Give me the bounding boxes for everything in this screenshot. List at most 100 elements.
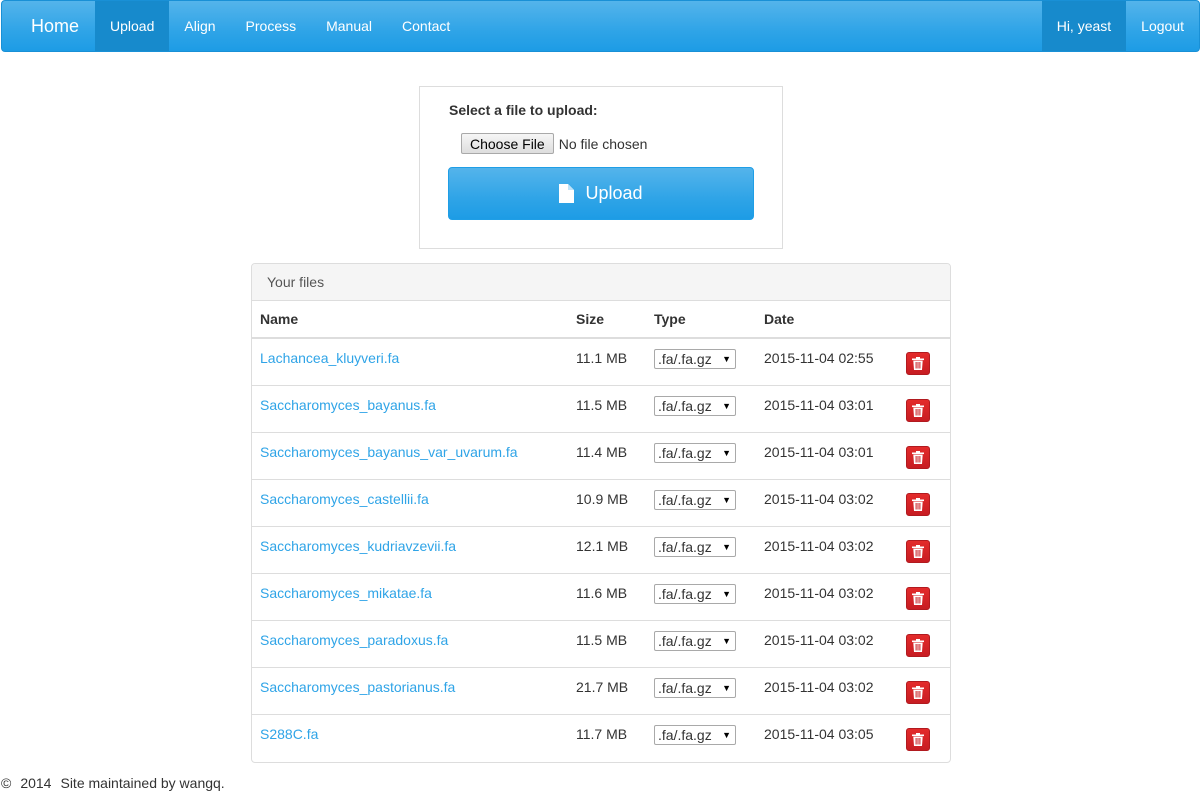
file-date: 2015-11-04 03:02 (756, 572, 906, 620)
file-type-value: .fa/.fa.gz (658, 444, 712, 461)
no-file-text: No file chosen (558, 135, 648, 152)
dropdown-arrow-icon: ▼ (722, 447, 731, 458)
file-name-link[interactable]: Lachancea_kluyveri.fa (260, 350, 399, 366)
delete-file-button[interactable] (906, 398, 930, 422)
file-type-select[interactable]: .fa/.fa.gz ▼ (654, 677, 736, 698)
file-name-cell: S288C.fa (252, 713, 568, 761)
file-type-select[interactable]: .fa/.fa.gz ▼ (654, 583, 736, 604)
file-date: 2015-11-04 03:02 (756, 525, 906, 573)
file-size: 11.5 MB (568, 384, 646, 432)
file-date: 2015-11-04 03:05 (756, 713, 906, 761)
file-name-cell: Saccharomyces_bayanus.fa (252, 384, 568, 432)
nav-logout-link[interactable]: Logout (1126, 1, 1199, 51)
file-type-select[interactable]: .fa/.fa.gz ▼ (654, 489, 736, 510)
file-type-select[interactable]: .fa/.fa.gz ▼ (654, 442, 736, 463)
file-name-link[interactable]: Saccharomyces_kudriavzevii.fa (260, 538, 456, 554)
file-name-cell: Saccharomyces_mikatae.fa (252, 572, 568, 620)
file-actions-cell (906, 431, 950, 479)
table-row: Saccharomyces_paradoxus.fa 11.5 MB .fa/.fa… (252, 619, 950, 667)
file-size: 12.1 MB (568, 525, 646, 573)
file-type-cell: .fa/.fa.gz ▼ (646, 384, 756, 432)
choose-file-button[interactable]: Choose File (461, 133, 554, 154)
table-row: Saccharomyces_castellii.fa 10.9 MB .fa/.fa… (252, 478, 950, 526)
file-type-select[interactable]: .fa/.fa.gz ▼ (654, 630, 736, 651)
file-name-link[interactable]: Saccharomyces_mikatae.fa (260, 585, 432, 601)
upload-button-label: Upload (585, 183, 643, 203)
nav-manual-link[interactable]: Manual (311, 1, 387, 51)
column-header-actions (906, 301, 950, 339)
file-type-cell: .fa/.fa.gz ▼ (646, 572, 756, 620)
trash-icon (912, 450, 924, 464)
trash-icon (912, 403, 924, 417)
file-name-cell: Saccharomyces_pastorianus.fa (252, 666, 568, 714)
file-type-select[interactable]: .fa/.fa.gz ▼ (654, 536, 736, 557)
file-name-link[interactable]: Saccharomyces_pastorianus.fa (260, 679, 455, 695)
file-input-row: Choose File No file chosen (461, 133, 647, 154)
column-header-name: Name (252, 301, 568, 339)
table-row: Saccharomyces_mikatae.fa 11.6 MB .fa/.fa.g… (252, 572, 950, 620)
upload-button[interactable]: Upload (448, 167, 754, 220)
delete-file-button[interactable] (906, 727, 930, 751)
table-row: S288C.fa 11.7 MB .fa/.fa.gz ▼ 2015-11-04 03:… (252, 713, 950, 761)
file-name-link[interactable]: S288C.fa (260, 726, 318, 742)
file-type-value: .fa/.fa.gz (658, 491, 712, 508)
file-icon (559, 184, 575, 203)
nav-process-link[interactable]: Process (231, 1, 312, 51)
dropdown-arrow-icon: ▼ (722, 588, 731, 599)
delete-file-button[interactable] (906, 633, 930, 657)
delete-file-button[interactable] (906, 352, 930, 375)
dropdown-arrow-icon: ▼ (722, 682, 731, 693)
delete-file-button[interactable] (906, 586, 930, 610)
file-type-value: .fa/.fa.gz (658, 632, 712, 649)
dropdown-arrow-icon: ▼ (722, 541, 731, 552)
file-name-cell: Saccharomyces_bayanus_var_uvarum.fa (252, 431, 568, 479)
file-type-value: .fa/.fa.gz (658, 679, 712, 696)
delete-file-button[interactable] (906, 492, 930, 516)
nav-align-link[interactable]: Align (169, 1, 230, 51)
trash-icon (912, 638, 924, 652)
footer-year: 2014 (20, 775, 52, 791)
trash-icon (912, 685, 924, 699)
nav-upload-link[interactable]: Upload (95, 1, 170, 51)
file-date: 2015-11-04 03:01 (756, 431, 906, 479)
file-date: 2015-11-04 03:01 (756, 384, 906, 432)
file-type-cell: .fa/.fa.gz ▼ (646, 525, 756, 573)
file-type-select[interactable]: .fa/.fa.gz ▼ (654, 349, 736, 369)
file-type-select[interactable]: .fa/.fa.gz ▼ (654, 395, 736, 416)
file-name-cell: Saccharomyces_paradoxus.fa (252, 619, 568, 667)
nav-home-link[interactable]: Home (2, 1, 95, 51)
file-actions-cell (906, 525, 950, 573)
file-name-cell: Saccharomyces_kudriavzevii.fa (252, 525, 568, 573)
column-header-type: Type (646, 301, 756, 339)
file-type-value: .fa/.fa.gz (658, 397, 712, 414)
file-name-link[interactable]: Saccharomyces_bayanus_var_uvarum.fa (260, 444, 518, 460)
file-date: 2015-11-04 02:55 (764, 350, 874, 366)
nav-contact-link[interactable]: Contact (387, 1, 465, 51)
delete-file-button[interactable] (906, 680, 930, 704)
trash-icon (912, 732, 924, 746)
file-type-value: .fa/.fa.gz (658, 351, 712, 367)
file-actions-cell (906, 478, 950, 526)
dropdown-arrow-icon: ▼ (722, 635, 731, 646)
trash-icon (912, 591, 924, 605)
delete-file-button[interactable] (906, 539, 930, 563)
nav-user-area: Hi, yeast Logout (1041, 1, 1199, 51)
file-name-link[interactable]: Saccharomyces_castellii.fa (260, 491, 429, 507)
file-type-cell: .fa/.fa.gz ▼ (646, 666, 756, 714)
file-name-link[interactable]: Saccharomyces_bayanus.fa (260, 397, 436, 413)
file-date: 2015-11-04 03:02 (756, 478, 906, 526)
file-actions-cell (906, 384, 950, 432)
delete-file-button[interactable] (906, 445, 930, 469)
file-actions-cell (906, 338, 950, 385)
file-name-link[interactable]: Saccharomyces_paradoxus.fa (260, 632, 448, 648)
upload-label: Select a file to upload: (449, 102, 598, 118)
file-size: 21.7 MB (568, 666, 646, 714)
table-row: Lachancea_kluyveri.fa 11.1 MB .fa/.fa.gz ▼ 2… (252, 338, 950, 385)
file-type-value: .fa/.fa.gz (658, 726, 712, 743)
nav-user-greeting[interactable]: Hi, yeast (1041, 1, 1127, 51)
dropdown-arrow-icon: ▼ (722, 494, 731, 505)
file-name-cell: Saccharomyces_castellii.fa (252, 478, 568, 526)
file-type-select[interactable]: .fa/.fa.gz ▼ (654, 724, 736, 745)
file-size: 11.6 MB (568, 572, 646, 620)
trash-icon (912, 544, 924, 558)
